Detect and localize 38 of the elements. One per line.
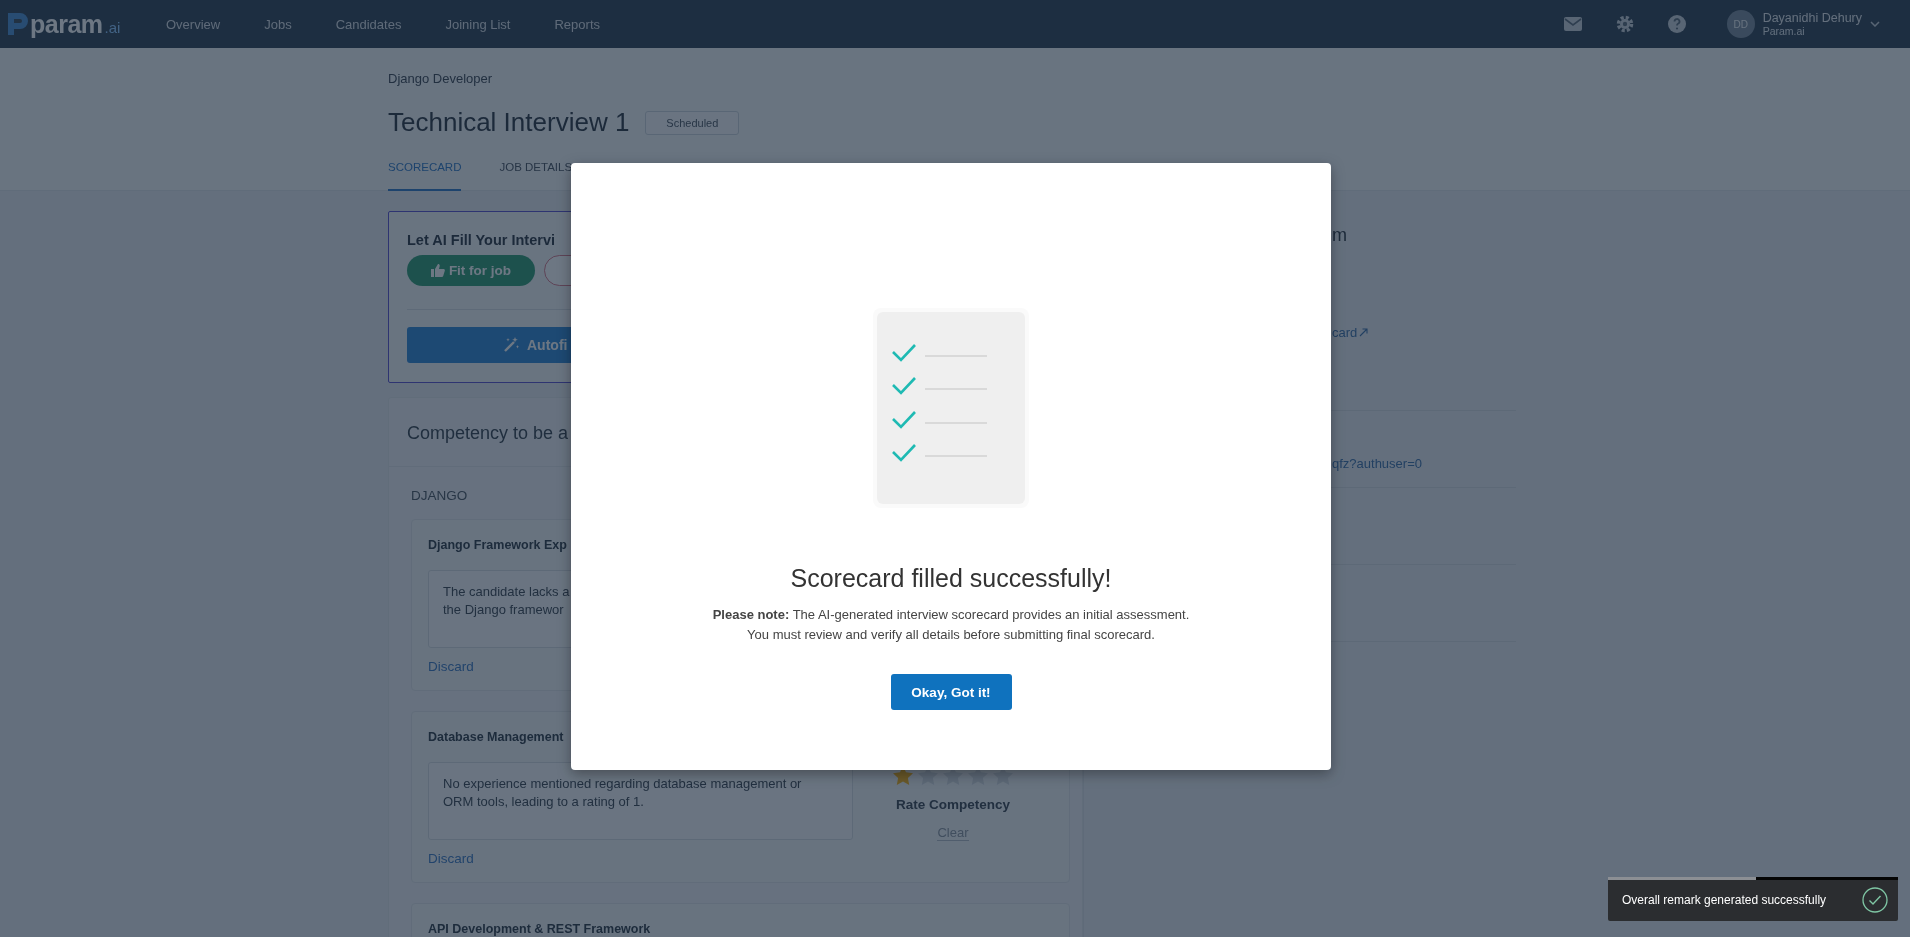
page-title: Technical Interview 1 [388,107,630,138]
remark-text: The candidate lacks a the Django framewor [443,583,570,619]
fit-for-job-button[interactable]: Fit for job [407,255,535,286]
remark-text: No experience mentioned regarding database management or ORM tools, leading to a rating of 1. [443,775,802,811]
nav-link[interactable]: Reports [554,16,600,32]
tab[interactable]: SCORECARD [388,161,462,191]
nav-link[interactable]: Candidates [335,16,402,32]
section-heading: m [1332,225,1348,246]
external-link-icon [1359,328,1369,337]
nav-link[interactable]: Joining List [445,16,511,32]
modal-title: Scorecard filled successfully! [790,564,1112,593]
magic-wand-icon [503,337,519,353]
competency-title: Django Framework Exp [428,538,568,553]
rating-label: Rate Competency [895,797,1010,812]
card-title: Let AI Fill Your Intervi [407,232,556,248]
modal-note: Please note: The AI-generated interview scorecard provides an initial assessment. You must review and verify all details before submitting final scorecard. [712,606,1190,644]
okay-button[interactable]: Okay, Got it! [890,674,1012,710]
status-badge: Scheduled [645,110,740,135]
toast-message: Overall remark generated successfully [1622,893,1827,907]
breadcrumb[interactable]: Django Developer [388,71,1910,86]
user-name[interactable]: Dayanidhi Dehury [1762,10,1862,26]
logo-text: param [30,9,103,39]
scorecard-link[interactable]: card [1332,325,1369,340]
discard-link[interactable]: Discard [428,851,474,867]
meeting-link[interactable]: qfz?authuser=0 [1332,456,1422,471]
nav-link[interactable]: Jobs [264,16,292,32]
remark-field[interactable]: No experience mentioned regarding database management or ORM tools, leading to a rating of 1. [428,762,853,840]
user-org: Param.ai [1762,25,1806,38]
competency-title: API Development & REST Framework [428,922,652,937]
discard-link[interactable]: Discard [428,659,474,675]
logo-suffix: .ai [104,18,121,36]
logo-icon [6,11,28,37]
group-label: DJANGO [411,488,469,503]
thumbs-up-icon [430,264,445,277]
nav-link[interactable]: Overview [166,16,221,32]
competency-title: Database Management [428,730,565,745]
check-circle-icon [1862,887,1888,913]
tab[interactable]: JOB DETAILS [499,161,573,191]
